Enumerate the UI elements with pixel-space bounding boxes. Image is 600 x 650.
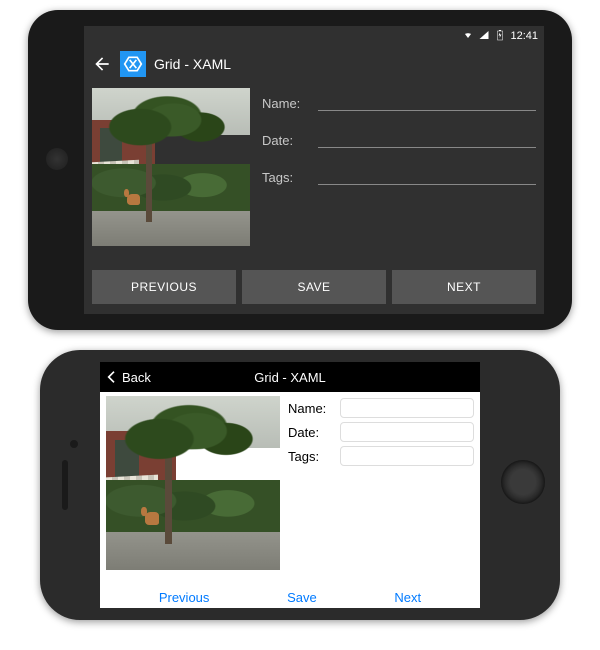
- previous-button[interactable]: Previous: [159, 590, 210, 605]
- name-field-row: Name:: [262, 92, 536, 111]
- date-label: Date:: [288, 425, 334, 440]
- android-screen: 12:41 Grid - XAML Name:: [84, 26, 544, 314]
- tags-input[interactable]: [340, 446, 474, 466]
- tags-label: Tags:: [288, 449, 334, 464]
- button-row: PREVIOUS SAVE NEXT: [84, 264, 544, 310]
- android-device-frame: 12:41 Grid - XAML Name:: [28, 10, 572, 330]
- wifi-icon: [462, 29, 474, 44]
- name-field-row: Name:: [288, 398, 474, 418]
- date-field-row: Date:: [262, 129, 536, 148]
- ios-camera: [70, 440, 78, 448]
- save-button[interactable]: SAVE: [242, 270, 386, 304]
- photo-image: [92, 88, 250, 246]
- android-content: Name: Date: Tags:: [84, 82, 544, 264]
- ios-nav-bar: Back Grid - XAML: [100, 362, 480, 392]
- signal-icon: [478, 29, 490, 44]
- form-fields: Name: Date: Tags:: [288, 396, 474, 582]
- date-label: Date:: [262, 133, 308, 148]
- ios-screen: Back Grid - XAML Name: Date: Ta: [100, 362, 480, 608]
- android-speaker: [46, 148, 68, 170]
- back-button[interactable]: [92, 54, 112, 74]
- back-button[interactable]: Back: [100, 369, 151, 385]
- xamarin-logo-icon: [120, 51, 146, 77]
- button-row: Previous Save Next: [100, 586, 480, 605]
- date-input[interactable]: [340, 422, 474, 442]
- ios-device-frame: Back Grid - XAML Name: Date: Ta: [40, 350, 560, 620]
- next-button[interactable]: NEXT: [392, 270, 536, 304]
- form-fields: Name: Date: Tags:: [262, 88, 536, 258]
- name-label: Name:: [262, 96, 308, 111]
- tags-field-row: Tags:: [288, 446, 474, 466]
- battery-icon: [494, 29, 506, 44]
- android-status-bar: 12:41: [84, 26, 544, 46]
- tags-field-row: Tags:: [262, 166, 536, 185]
- tags-label: Tags:: [262, 170, 308, 185]
- name-input[interactable]: [340, 398, 474, 418]
- tags-input[interactable]: [318, 166, 536, 185]
- next-button[interactable]: Next: [394, 590, 421, 605]
- status-time: 12:41: [510, 30, 538, 42]
- photo-image: [106, 396, 280, 570]
- ios-speaker: [62, 460, 68, 510]
- ios-home-button[interactable]: [501, 460, 545, 504]
- previous-button[interactable]: PREVIOUS: [92, 270, 236, 304]
- android-app-bar: Grid - XAML: [84, 46, 544, 82]
- date-field-row: Date:: [288, 422, 474, 442]
- name-input[interactable]: [318, 92, 536, 111]
- ios-content: Name: Date: Tags:: [100, 392, 480, 586]
- name-label: Name:: [288, 401, 334, 416]
- date-input[interactable]: [318, 129, 536, 148]
- page-title: Grid - XAML: [100, 370, 480, 385]
- page-title: Grid - XAML: [154, 56, 231, 72]
- save-button[interactable]: Save: [287, 590, 317, 605]
- back-label: Back: [122, 370, 151, 385]
